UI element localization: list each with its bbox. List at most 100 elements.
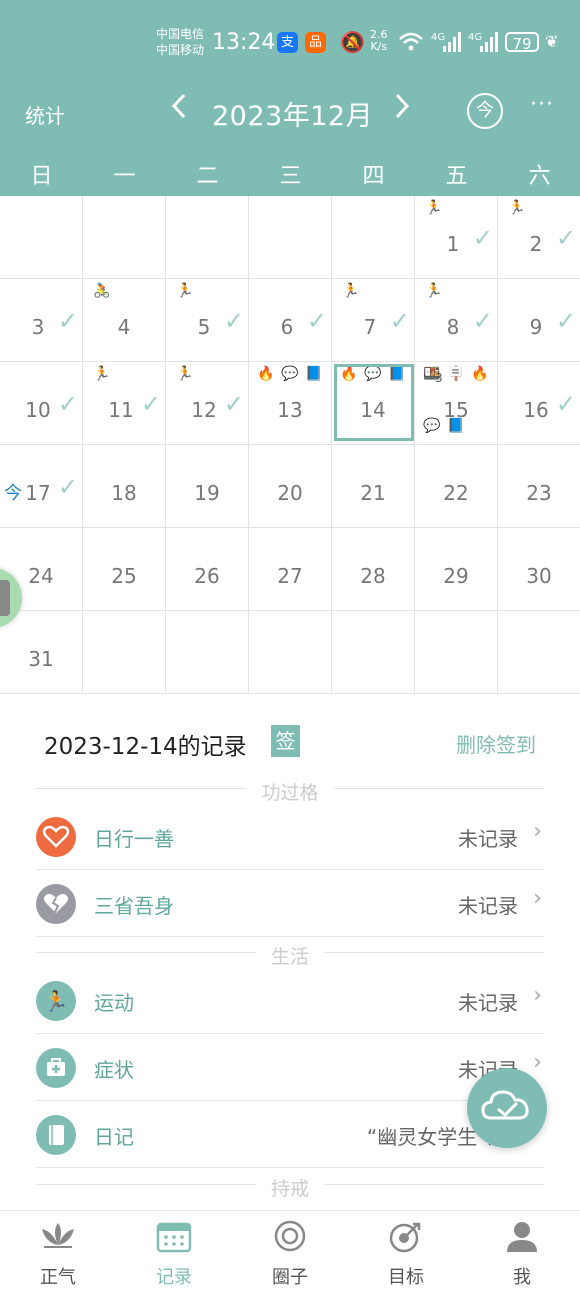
weekday-label: 五 bbox=[445, 164, 468, 189]
calendar-day[interactable]: 30 bbox=[498, 528, 580, 611]
speed-unit: K/s bbox=[370, 40, 388, 53]
nav-item-target[interactable]: 目标 bbox=[348, 1211, 464, 1290]
calendar-day[interactable]: 25 bbox=[83, 528, 166, 611]
more-button[interactable]: ··· bbox=[530, 92, 554, 117]
section-title: 生活 bbox=[270, 946, 309, 968]
nav-item-circle[interactable]: 圈子 bbox=[232, 1211, 348, 1290]
check-icon: ✓ bbox=[223, 307, 244, 335]
selected-day-highlight bbox=[334, 364, 414, 441]
record-row-reflection[interactable]: 三省吾身 未记录 › bbox=[36, 870, 544, 937]
row-label: 日记 bbox=[94, 1125, 134, 1149]
calendar-day[interactable]: 5 ✓ 🏃 bbox=[166, 279, 249, 362]
calendar-day[interactable]: 11 ✓ 🏃 bbox=[83, 362, 166, 445]
calendar-day[interactable]: 31 bbox=[0, 611, 83, 694]
calendar-day[interactable]: 15 🍱 🪧 🔥 💬 📘 3 bbox=[415, 362, 498, 445]
chevron-left-icon bbox=[171, 93, 186, 119]
calendar-day[interactable]: 23 bbox=[498, 445, 580, 528]
check-icon: ✓ bbox=[57, 307, 78, 335]
calendar-day[interactable]: 26 bbox=[166, 528, 249, 611]
calendar-day[interactable]: 21 bbox=[332, 445, 415, 528]
weekday-label: 二 bbox=[196, 164, 219, 189]
nav-item-record[interactable]: 记录 bbox=[116, 1211, 232, 1290]
weekday-label: 三 bbox=[279, 164, 302, 189]
bottom-nav: 正气 记录 圈子 目标 我 bbox=[0, 1210, 580, 1290]
check-icon: ✓ bbox=[472, 307, 493, 335]
calendar-empty-cell bbox=[0, 196, 83, 279]
chat-icon: 💬 bbox=[423, 418, 441, 434]
today-button[interactable]: 今 bbox=[467, 93, 503, 129]
calendar-day[interactable]: 13 🔥 💬 📘 bbox=[249, 362, 332, 445]
broken-heart-icon bbox=[36, 884, 76, 924]
nav-item-me[interactable]: 我 bbox=[464, 1211, 580, 1290]
row-value: 未记录 bbox=[458, 827, 518, 851]
nav-label: 圈子 bbox=[272, 1267, 308, 1288]
check-icon: ✓ bbox=[306, 307, 327, 335]
calendar-day[interactable]: 6 ✓ bbox=[249, 279, 332, 362]
day-number: 25 bbox=[111, 564, 137, 588]
nav-label: 记录 bbox=[156, 1267, 192, 1288]
calendar-icon bbox=[156, 1222, 192, 1253]
today-marker: 今 bbox=[4, 483, 22, 504]
calendar-empty-cell bbox=[83, 611, 166, 694]
app-header: 统计 2023年12月 今 ··· bbox=[0, 84, 580, 154]
book-icon: 📘 bbox=[305, 366, 323, 382]
calendar-empty-cell bbox=[415, 611, 498, 694]
check-icon: ✓ bbox=[555, 224, 576, 252]
day-number: 19 bbox=[194, 481, 220, 505]
carrier-info: 中国电信 中国移动 bbox=[156, 26, 204, 58]
calendar-day[interactable]: 22 bbox=[415, 445, 498, 528]
calendar-day[interactable]: 20 bbox=[249, 445, 332, 528]
record-row-good-deed[interactable]: 日行一善 未记录 › bbox=[36, 803, 544, 870]
cloud-check-icon bbox=[481, 1090, 529, 1120]
day-number: 27 bbox=[277, 564, 303, 588]
check-icon: ✓ bbox=[472, 224, 493, 252]
calendar-day[interactable]: 10 ✓ bbox=[0, 362, 83, 445]
food-count: 3 bbox=[435, 371, 443, 385]
lotus-icon bbox=[42, 1223, 74, 1248]
next-month-button[interactable] bbox=[393, 92, 411, 128]
check-icon: ✓ bbox=[555, 307, 576, 335]
cloud-sync-button[interactable] bbox=[467, 1068, 547, 1148]
chevron-right-icon bbox=[395, 93, 410, 119]
delete-sign-button[interactable]: 删除签到 bbox=[456, 729, 536, 758]
sport-icon: 🚴 bbox=[93, 283, 111, 299]
stats-button[interactable]: 统计 bbox=[25, 100, 65, 129]
calendar-day[interactable]: 2 ✓ 🏃 bbox=[498, 196, 580, 279]
day-number: 20 bbox=[277, 481, 303, 505]
calendar-day[interactable]: 29 bbox=[415, 528, 498, 611]
weekday-row: 日 一 二 三 四 五 六 bbox=[0, 154, 580, 196]
heart-icon bbox=[36, 817, 76, 857]
calendar-day[interactable]: 28 bbox=[332, 528, 415, 611]
prev-month-button[interactable] bbox=[170, 92, 188, 128]
month-title: 2023年12月 bbox=[212, 101, 374, 132]
calendar-day[interactable]: 4 🚴 bbox=[83, 279, 166, 362]
section-header: 生活 bbox=[36, 942, 544, 968]
calendar-day[interactable]: 16 ✓ bbox=[498, 362, 580, 445]
row-value: 未记录 bbox=[458, 991, 518, 1015]
calendar-day[interactable]: 7 ✓ 🏃 bbox=[332, 279, 415, 362]
run-icon: 🏃 bbox=[342, 283, 360, 299]
calendar-empty-cell bbox=[332, 611, 415, 694]
calendar-empty-cell bbox=[332, 196, 415, 279]
calendar-day[interactable]: 27 bbox=[249, 528, 332, 611]
section-title: 持戒 bbox=[270, 1178, 309, 1200]
nav-item-zhengqi[interactable]: 正气 bbox=[0, 1211, 116, 1290]
row-label: 运动 bbox=[94, 991, 134, 1015]
chevron-right-icon: › bbox=[533, 819, 542, 844]
calendar-day[interactable]: 9 ✓ bbox=[498, 279, 580, 362]
calendar-day[interactable]: 1 ✓ 🏃 bbox=[415, 196, 498, 279]
section-title: 功过格 bbox=[261, 782, 319, 804]
mute-icon: 🔕 bbox=[340, 30, 365, 54]
check-icon: ✓ bbox=[389, 307, 410, 335]
calendar-day[interactable]: 17 ✓ 今 bbox=[0, 445, 83, 528]
day-number: 13 bbox=[277, 398, 303, 422]
signal-2-icon bbox=[480, 32, 498, 52]
calendar-day[interactable]: 18 bbox=[83, 445, 166, 528]
day-number: 30 bbox=[526, 564, 552, 588]
calendar-day[interactable]: 12 ✓ 🏃 bbox=[166, 362, 249, 445]
calendar-day[interactable]: 8 ✓ 🏃 bbox=[415, 279, 498, 362]
wifi-icon bbox=[399, 32, 423, 51]
record-row-exercise[interactable]: 🏃 运动 未记录 › bbox=[36, 967, 544, 1034]
calendar-day[interactable]: 19 bbox=[166, 445, 249, 528]
calendar-day[interactable]: 3 ✓ bbox=[0, 279, 83, 362]
